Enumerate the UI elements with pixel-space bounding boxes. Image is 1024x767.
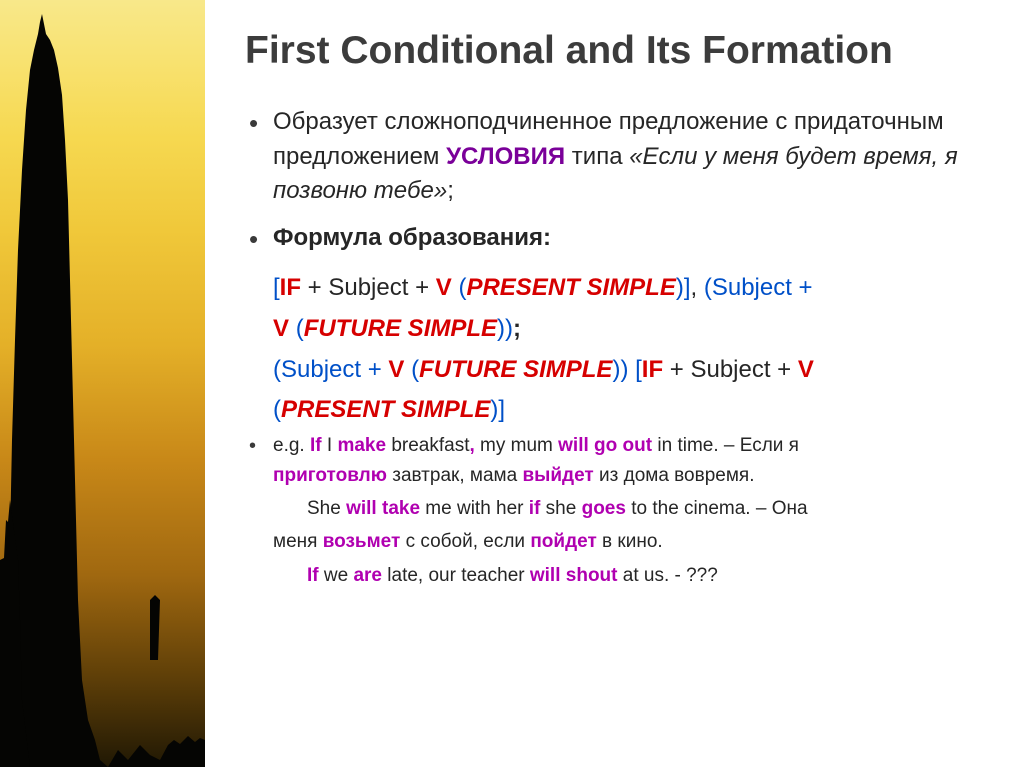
f-open-sq: [ xyxy=(273,274,280,301)
ex2-she: She xyxy=(307,498,346,519)
f-present2: PRESENT SIMPLE xyxy=(281,396,490,423)
bullet-item-2: Формула образования: xyxy=(245,221,996,256)
ex1-end: in time. – Если я xyxy=(652,435,799,456)
formula-line-4: (PRESENT SIMPLE)] xyxy=(273,390,996,431)
ex1-ru-c: выйдет xyxy=(522,465,593,486)
decorative-sidebar-image xyxy=(0,0,205,767)
ex2-if: if xyxy=(529,498,541,519)
ex2-ru-c: с собой, если xyxy=(400,531,530,552)
f-cp2b: ) xyxy=(505,315,513,342)
example-2-ru: меня возьмет с собой, если пойдет в кино… xyxy=(245,527,996,556)
f-os2: [ xyxy=(635,356,642,383)
f-comma1: , xyxy=(691,274,704,301)
ex3-willshout: will shout xyxy=(530,565,618,586)
f-v2: V xyxy=(273,315,289,342)
f-present1: PRESENT SIMPLE xyxy=(466,274,675,301)
ex1-ru-a: приготовлю xyxy=(273,465,387,486)
f-future1: FUTURE SIMPLE xyxy=(304,315,497,342)
f-v1: V xyxy=(436,274,452,301)
ex2-goes: goes xyxy=(582,498,626,519)
ex3-if: If xyxy=(307,565,319,586)
ex1-make: make xyxy=(337,435,386,456)
f-semi1: ; xyxy=(513,315,521,342)
ex2-she2: she xyxy=(546,498,582,519)
ex2-ru-e: в кино. xyxy=(597,531,663,552)
formula-line-1: [IF + Subject + V (PRESENT SIMPLE)], (Su… xyxy=(273,268,996,309)
f-cs2: ] xyxy=(498,396,505,423)
ex1-if: If xyxy=(310,435,322,456)
f-cs1: ] xyxy=(684,274,691,301)
bullet-list: Образует сложноподчиненное предложение с… xyxy=(245,105,996,256)
ex1-ru-d: из дома вовремя. xyxy=(594,465,755,486)
ex3-mid: late, our teacher xyxy=(382,565,530,586)
f-subj2: + Subject + xyxy=(663,356,798,383)
example-1: e.g. If I make breakfast, my mum will go… xyxy=(245,431,996,460)
ex2-end: to the cinema. – Она xyxy=(626,498,808,519)
f-op3: ( xyxy=(411,356,419,383)
f-v3: V xyxy=(388,356,404,383)
ex1-ru-b: завтрак, мама xyxy=(387,465,522,486)
ex1-mid: breakfast xyxy=(386,435,469,456)
f-subjp: (Subject + xyxy=(704,274,813,301)
f-v4: V xyxy=(798,356,814,383)
ex3-are: are xyxy=(353,565,382,586)
ex2-mid: me with her xyxy=(420,498,529,519)
example-2: She will take me with her if she goes to… xyxy=(245,494,996,523)
b1-cond: УСЛОВИЯ xyxy=(446,143,565,170)
ex1-eg: e.g. xyxy=(273,435,310,456)
silhouette-svg xyxy=(0,0,205,767)
b2-text: Формула образования: xyxy=(273,224,551,251)
formula-line-3: (Subject + V (FUTURE SIMPLE)) [IF + Subj… xyxy=(273,350,996,391)
ex1-willgo: will go out xyxy=(558,435,652,456)
ex1-comma: , xyxy=(469,435,480,456)
f-future2: FUTURE SIMPLE xyxy=(419,356,612,383)
f-op2: ( xyxy=(296,315,304,342)
b1-post: типа xyxy=(565,143,629,170)
ex1-mum: my mum xyxy=(480,435,558,456)
f-subj1: + Subject + xyxy=(301,274,436,301)
ex2-ru-a: меня xyxy=(273,531,323,552)
f-subjp2: (Subject + xyxy=(273,356,388,383)
ex2-willtake: will take xyxy=(346,498,420,519)
f-cp2: ) xyxy=(497,315,505,342)
f-cp3b: ) xyxy=(620,356,628,383)
ex3-we: we xyxy=(324,565,354,586)
ex2-ru-d: пойдет xyxy=(530,531,596,552)
ex3-end: at us. - ??? xyxy=(617,565,717,586)
formula-line-2: V (FUTURE SIMPLE)); xyxy=(273,309,996,350)
f-op4: ( xyxy=(273,396,281,423)
bullet-item-1: Образует сложноподчиненное предложение с… xyxy=(245,105,996,209)
example-3: If we are late, our teacher will shout a… xyxy=(245,561,996,590)
f-if: IF xyxy=(280,274,301,301)
f-if2: IF xyxy=(642,356,663,383)
f-cp1: ) xyxy=(676,274,684,301)
ex1-i: I xyxy=(327,435,338,456)
example-1-ru: приготовлю завтрак, мама выйдет из дома … xyxy=(245,461,996,490)
ex2-ru-b: возьмет xyxy=(323,531,401,552)
b1-semi: ; xyxy=(447,177,454,204)
slide-title: First Conditional and Its Formation xyxy=(245,28,996,75)
formula-block: [IF + Subject + V (PRESENT SIMPLE)], (Su… xyxy=(245,268,996,431)
slide-content: First Conditional and Its Formation Обра… xyxy=(205,0,1024,767)
